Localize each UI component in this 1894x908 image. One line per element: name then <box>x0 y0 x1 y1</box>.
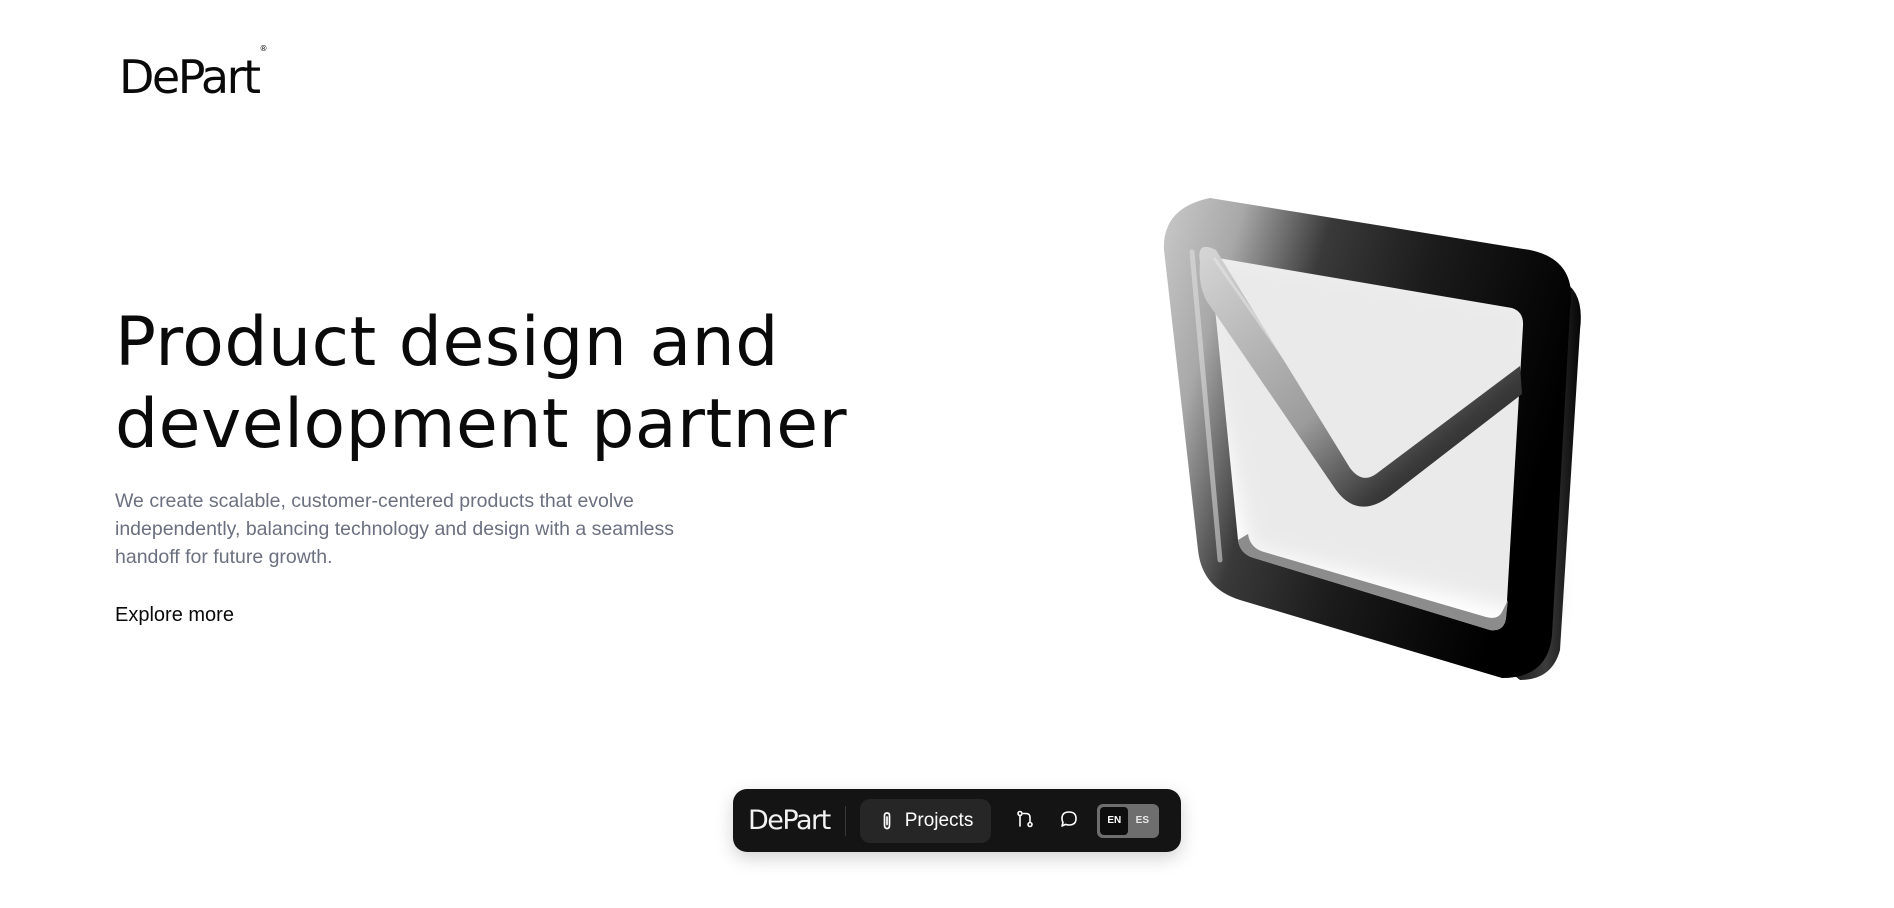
registered-mark: ® <box>259 43 268 53</box>
hero-description: We create scalable, customer-centered pr… <box>115 490 675 568</box>
process-button[interactable] <box>1003 799 1047 843</box>
language-option-es[interactable]: ES <box>1128 807 1156 835</box>
explore-more-link[interactable]: Explore more <box>115 604 234 627</box>
paperclip-icon <box>880 811 894 831</box>
hero-headline-line1: Product design and <box>115 303 779 382</box>
dock-logo[interactable]: DePart <box>748 807 831 834</box>
git-merge-icon <box>1015 809 1035 833</box>
hero-headline: Product design and development partner <box>115 302 915 466</box>
chat-bubble-icon <box>1059 809 1079 833</box>
contact-button[interactable] <box>1047 799 1091 843</box>
hero-headline-line2: development partner <box>115 385 848 464</box>
projects-label: Projects <box>904 809 974 831</box>
envelope-3d-icon <box>1163 198 1581 680</box>
language-toggle[interactable]: EN ES <box>1097 803 1160 838</box>
language-option-en[interactable]: EN <box>1100 806 1129 835</box>
projects-button[interactable]: Projects <box>859 798 992 843</box>
bottom-nav-dock: DePart Projects EN ES <box>733 789 1181 852</box>
landing-page: DePart® Product design and development pa… <box>0 0 1894 908</box>
brand-logo[interactable]: DePart® <box>119 44 268 100</box>
brand-logo-text: DePart <box>119 50 261 104</box>
dock-divider <box>844 805 846 836</box>
